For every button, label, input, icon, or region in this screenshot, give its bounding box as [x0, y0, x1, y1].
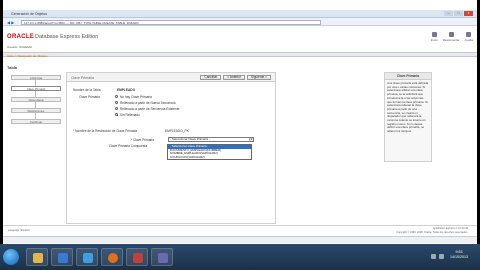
- user-info: Usuario: SCHEMA: [7, 45, 32, 49]
- footer-copyright: Copyright © 1999, 2008, Oracle. Todos lo…: [396, 231, 468, 234]
- help-region: Clave Primaria Una clave primaria está d…: [384, 72, 432, 162]
- taskbar-app-icon[interactable]: [126, 248, 148, 266]
- pk-column-label: * Clave Primaria: [131, 138, 155, 142]
- pk-option-no-fill-label: Sin Rellenado: [120, 113, 140, 117]
- maximize-icon[interactable]: □: [454, 11, 463, 16]
- table-name-label: Nombre de la Tabla: [73, 88, 101, 92]
- pk-option-none-radio[interactable]: [115, 95, 118, 98]
- train-step-foreign-key[interactable]: Clave Ajena: [11, 97, 61, 102]
- product-name: Database Express Edition: [35, 34, 99, 40]
- taskbar-firefox-icon[interactable]: [101, 248, 123, 266]
- train-step-constraints[interactable]: Restricciones: [11, 108, 61, 113]
- pk-column-dropdown-list[interactable]: - Seleccionar Clave Primaria - DOCUMENTO…: [167, 144, 252, 161]
- cancel-button[interactable]: Cancelar: [200, 75, 222, 80]
- help-title: Clave Primaria: [385, 73, 431, 80]
- section-title: Tabla: [7, 65, 18, 70]
- clock[interactable]: 9:53 14/10/2013: [450, 250, 468, 260]
- screen: Generación de Objetos – □ × ◀ ▶ 127.0.0.…: [0, 0, 480, 270]
- taskbar-media-icon[interactable]: [51, 248, 73, 266]
- address-bar: ◀ ▶ 127.0.0.1:8080/apex/f?p=4500:....:NO…: [3, 18, 477, 26]
- breadcrumb-bar: Inicio > Navegador de Objetos: [3, 52, 477, 58]
- pk-label: Clave Primaria: [79, 95, 100, 99]
- panel-header: Clave Primaria Cancelar < Anterior Sigui…: [67, 73, 275, 82]
- footer-divider: [3, 225, 477, 226]
- previous-button[interactable]: < Anterior: [223, 75, 245, 80]
- home-icon[interactable]: Inicio: [431, 32, 438, 42]
- chevron-down-icon[interactable]: ▼: [249, 138, 253, 141]
- back-forward-icon[interactable]: ◀ ▶: [7, 20, 14, 25]
- pk-column-select[interactable]: - Seleccionar Clave Primaria - ▼: [168, 137, 254, 142]
- taskbar-app-icon[interactable]: [151, 248, 173, 266]
- system-tray: [431, 254, 444, 259]
- constraint-name-label: * Nombre de la Restricción de Clave Prim…: [73, 129, 138, 133]
- pk-option-existing-seq-radio[interactable]: [115, 107, 118, 110]
- network-icon[interactable]: [431, 254, 436, 259]
- pk-option-no-fill-radio[interactable]: [115, 113, 118, 116]
- wizard-train: Columnas Clave Primaria Clave Ajena Rest…: [11, 75, 61, 130]
- help-text: Una clave primaria está definida por una…: [387, 81, 429, 134]
- train-step-primary-key[interactable]: Clave Primaria: [11, 86, 61, 91]
- logout-icon[interactable]: Desconectar: [443, 32, 460, 42]
- pk-option-existing-seq-label: Rellenado a partir de Secuencia Existent…: [120, 107, 180, 111]
- close-icon[interactable]: ×: [464, 11, 473, 16]
- taskbar-explorer-icon[interactable]: [76, 248, 98, 266]
- volume-icon[interactable]: [439, 254, 444, 259]
- table-name-value: EMPLEADO: [117, 88, 136, 92]
- browser-title-bar: Generación de Objetos – □ ×: [3, 10, 477, 18]
- constraint-name-value[interactable]: EMPLEADO_PK: [165, 129, 189, 133]
- footer-version: Application Express 2.1.0.00.39: [432, 227, 468, 230]
- pk-option-none-label: No hay Clave Primaria: [120, 95, 152, 99]
- footer-language: Language: Español: [8, 229, 30, 232]
- pk-column-select-value: - Seleccionar Clave Primaria -: [170, 137, 210, 141]
- browser-status-bar: [3, 236, 477, 243]
- train-step-columns[interactable]: Columnas: [11, 75, 61, 80]
- breadcrumb[interactable]: Inicio > Navegador de Objetos: [7, 54, 47, 58]
- composite-pk-label: Clave Primaria Compuesta: [109, 144, 148, 148]
- help-icon[interactable]: Ayuda: [465, 32, 473, 42]
- next-button[interactable]: Siguiente >: [246, 75, 271, 80]
- logout-label: Desconectar: [442, 38, 460, 42]
- taskbar-folder-icon[interactable]: [26, 248, 48, 266]
- browser-tab-title[interactable]: Generación de Objetos: [11, 12, 47, 16]
- oracle-logo: ORACLE: [7, 34, 35, 40]
- train-step-confirm[interactable]: Confirmar: [11, 119, 61, 124]
- taskbar: 9:53 14/10/2013: [0, 244, 480, 270]
- home-label: Inicio: [430, 38, 438, 42]
- panel-title: Clave Primaria: [71, 75, 94, 80]
- pk-option-new-seq-label: Rellenado a partir de Nueva Secuencia: [120, 101, 176, 105]
- pk-option-new-seq-radio[interactable]: [115, 101, 118, 104]
- app-header: ORACLE Database Express Edition Inicio D…: [3, 29, 477, 45]
- start-button[interactable]: [3, 249, 19, 265]
- help-label: Ayuda: [464, 38, 473, 42]
- dropdown-option[interactable]: OCUPACION(VARCHAR2): [168, 156, 251, 160]
- clock-date: 14/10/2013: [450, 255, 468, 259]
- minimize-icon[interactable]: –: [444, 11, 453, 16]
- url-field[interactable]: 127.0.0.1:8080/apex/f?p=4500:....:NO::OB…: [21, 19, 321, 25]
